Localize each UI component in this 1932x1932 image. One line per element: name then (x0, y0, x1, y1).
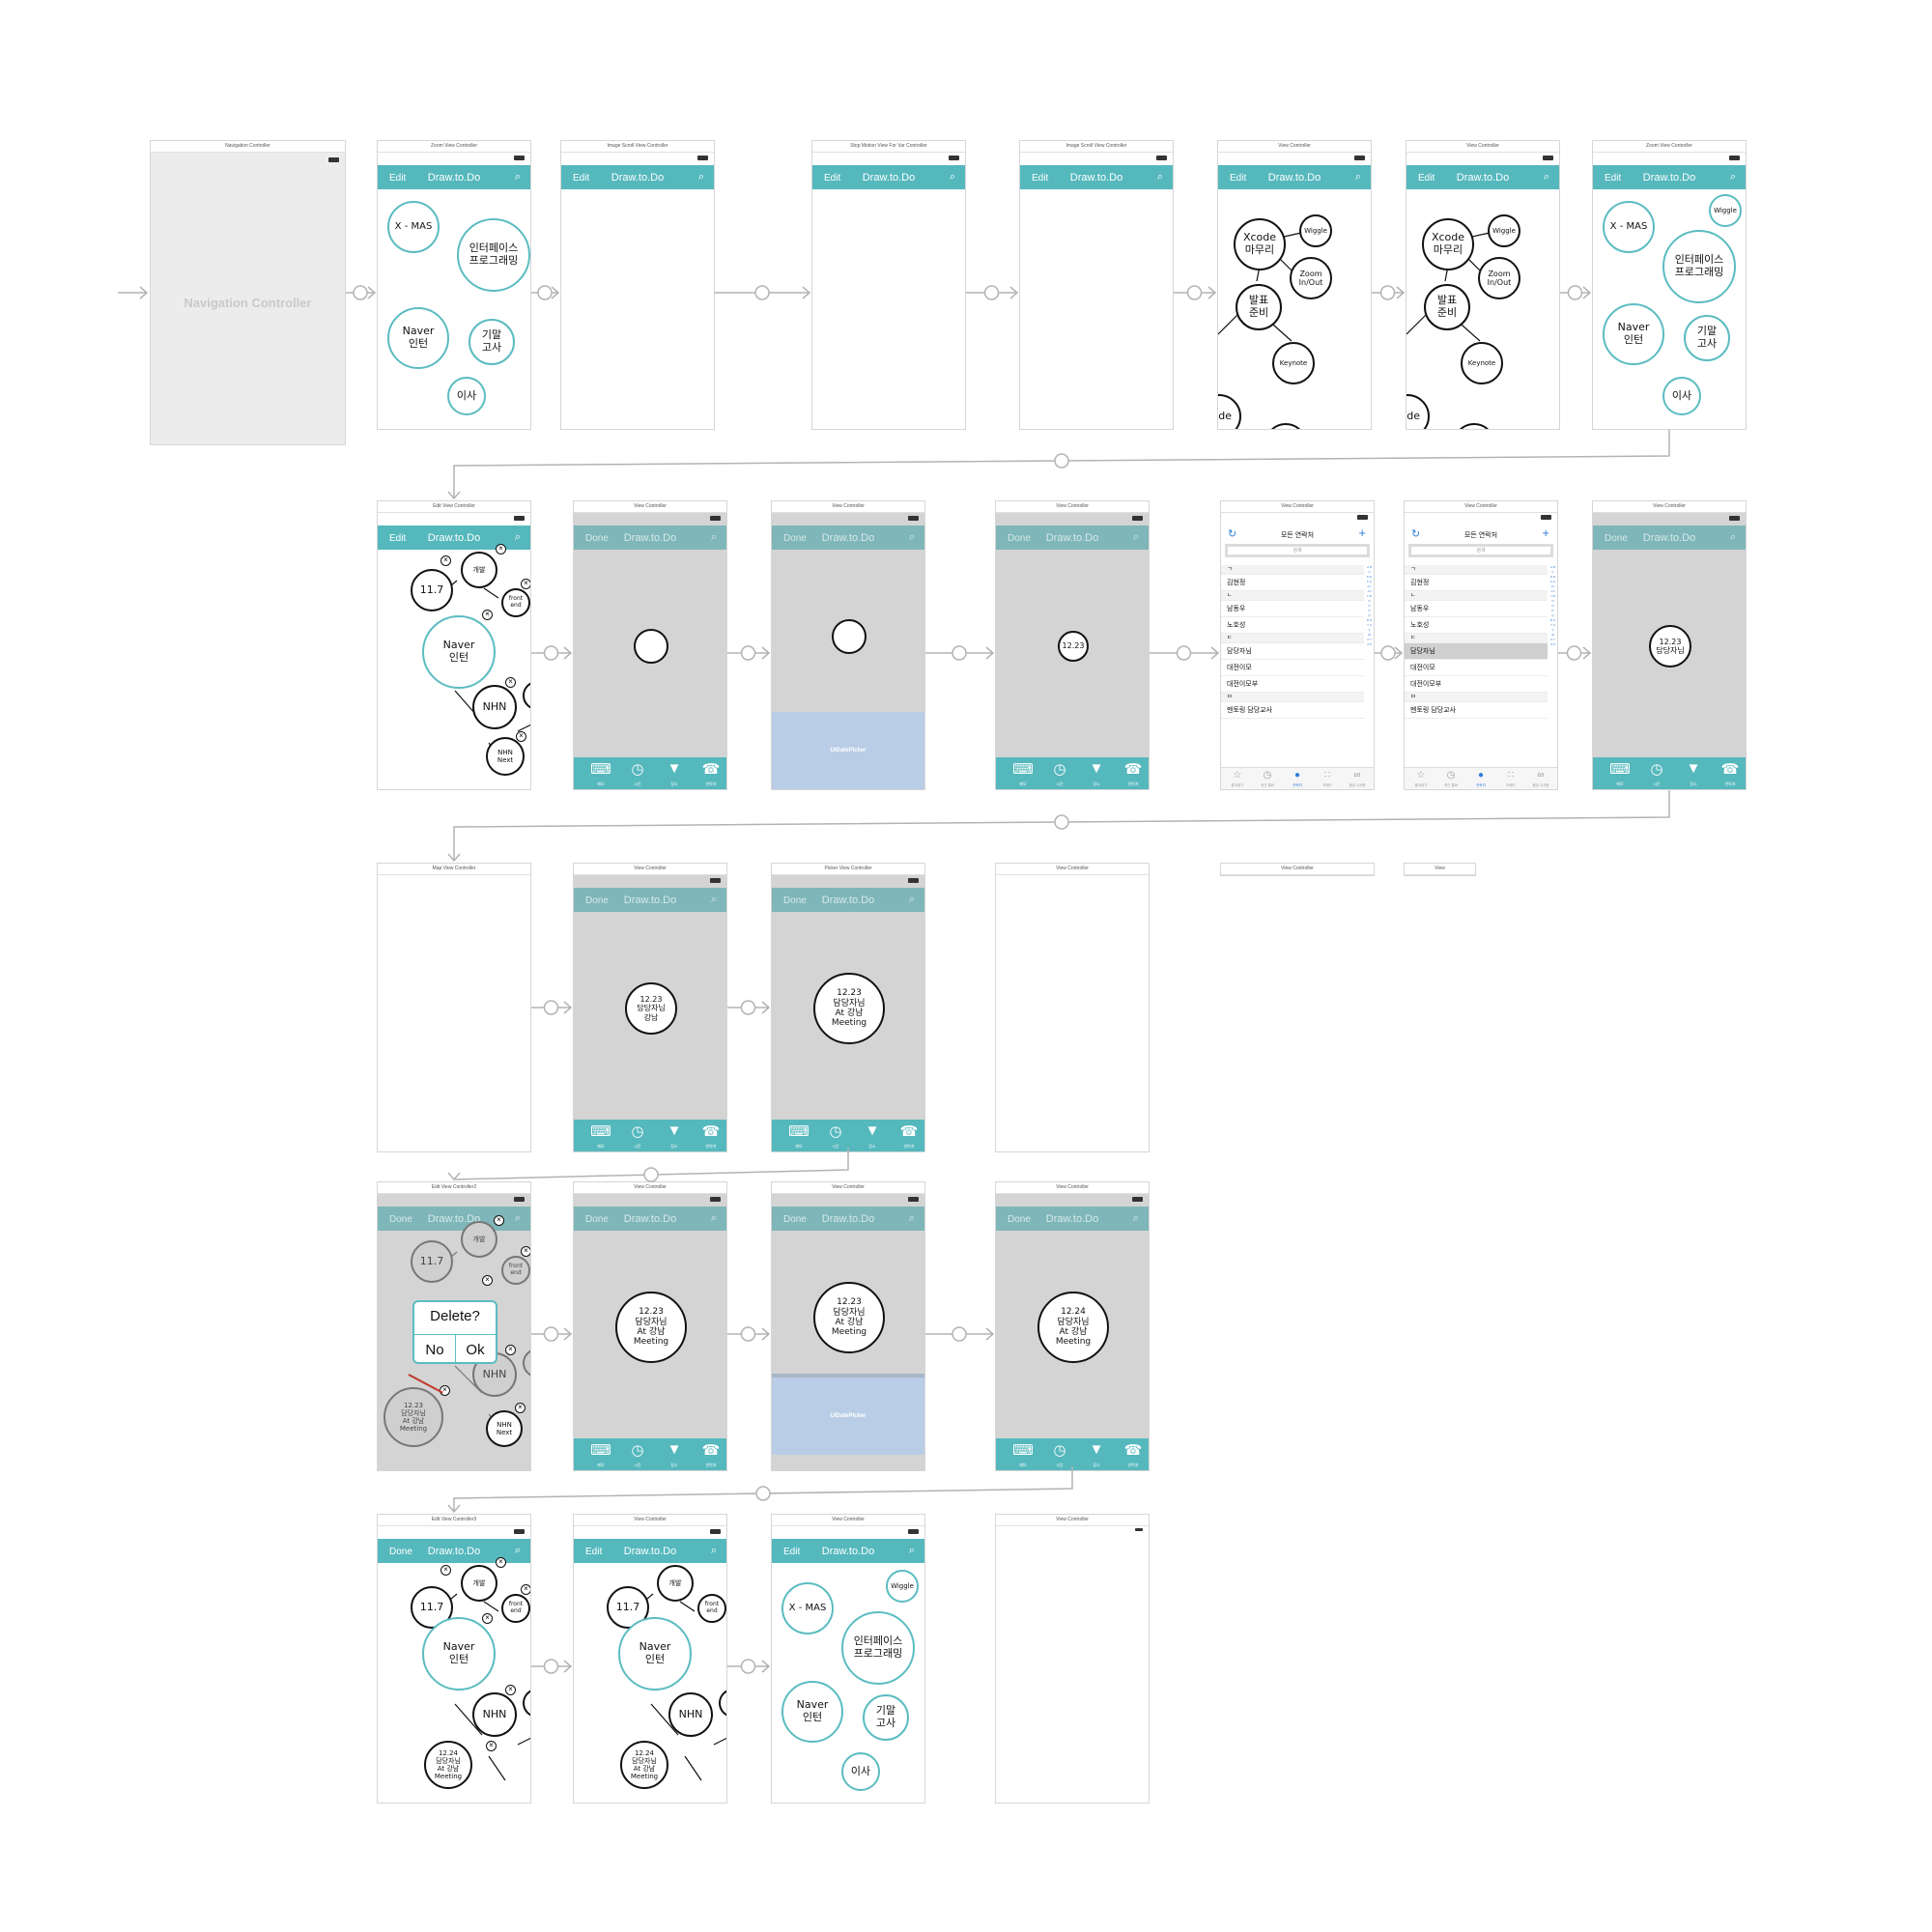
segue-icon[interactable] (1567, 285, 1583, 300)
segue-icon[interactable] (353, 285, 368, 300)
segue-icon[interactable] (543, 1659, 559, 1674)
segue-layer (118, 285, 1670, 1674)
segue-icon[interactable] (952, 645, 967, 661)
segue-icon[interactable] (1380, 645, 1396, 661)
segue-icon[interactable] (1186, 285, 1203, 300)
segue-icon[interactable] (952, 1326, 967, 1342)
segue-icon[interactable] (1566, 645, 1582, 661)
segue-icon[interactable] (754, 285, 770, 300)
segue-icon[interactable] (1054, 453, 1069, 469)
segue-icon[interactable] (537, 285, 553, 300)
segue-icon[interactable] (740, 1000, 756, 1015)
entry-arrow (118, 286, 149, 299)
segue-icon[interactable] (740, 645, 756, 661)
segue-icon[interactable] (543, 1000, 559, 1015)
segue-icon[interactable] (740, 1326, 756, 1342)
segue-icon[interactable] (983, 285, 1000, 300)
segue-icon[interactable] (740, 1659, 756, 1674)
segue-icon[interactable] (1054, 814, 1069, 830)
segue-icon[interactable] (1379, 285, 1396, 300)
segue-icon[interactable] (1176, 645, 1192, 661)
segue-icon[interactable] (755, 1486, 771, 1501)
segue-icon[interactable] (543, 1326, 559, 1342)
segue-icon[interactable] (543, 645, 559, 661)
segue-icon[interactable] (643, 1167, 659, 1182)
